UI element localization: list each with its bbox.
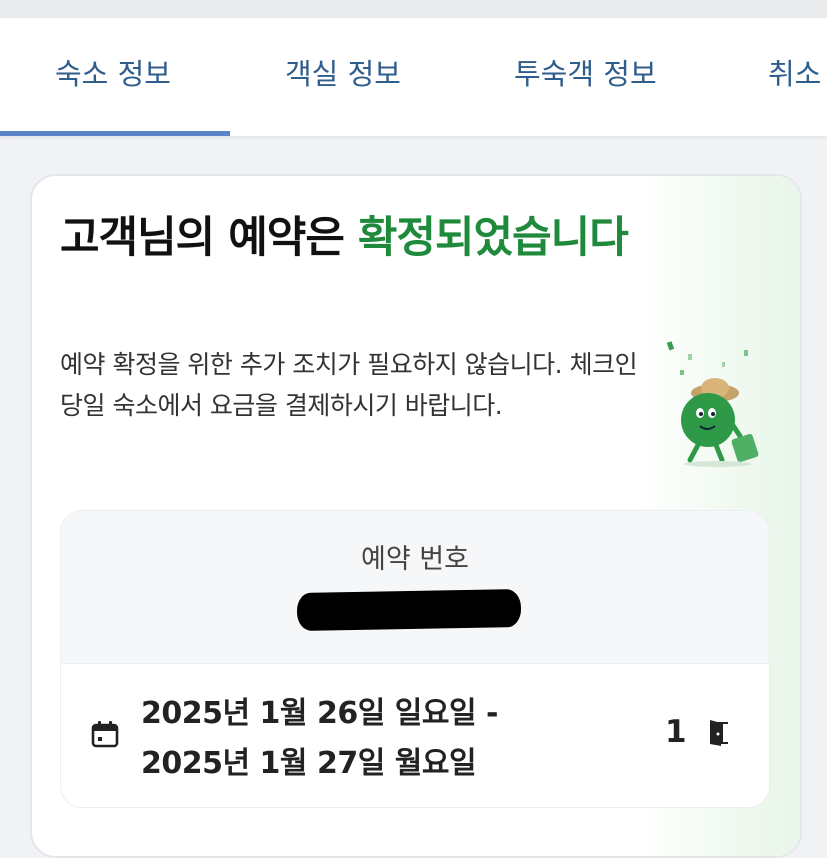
reservation-number-label: 예약 번호 <box>361 544 469 575</box>
title-confirmed-highlight: 확정되었습니다 <box>357 213 629 263</box>
confirmation-card: 고객님의 예약은 확정되었습니다 예약 확정을 위한 추가 조치가 필요하지 않… <box>30 174 802 858</box>
check-out-date: 2025년 1월 27일 월요일 <box>141 746 477 781</box>
tab-guest-info[interactable]: 투숙객 정보 <box>514 18 657 136</box>
tab-bar: 숙소 정보 객실 정보 투숙객 정보 취소 <box>0 18 827 136</box>
tab-room-info[interactable]: 객실 정보 <box>285 18 401 136</box>
mascot-illustration <box>666 341 759 467</box>
stay-dates-section: 2025년 1월 26일 일요일 - 2025년 1월 27일 월요일 1 <box>61 663 769 807</box>
tab-property-info[interactable]: 숙소 정보 <box>55 18 171 136</box>
tab-cancel[interactable]: 취소 <box>768 18 821 136</box>
confirmation-title: 고객님의 예약은 확정되었습니다 <box>60 206 660 270</box>
check-in-date: 2025년 1월 26일 일요일 - <box>141 696 498 731</box>
title-prefix: 고객님의 예약은 <box>60 213 358 263</box>
reservation-details-box: 예약 번호 2025년 1월 26일 일요일 - 2025년 1월 27일 월요… <box>60 510 770 808</box>
active-tab-indicator <box>0 131 230 136</box>
calendar-icon <box>91 721 119 748</box>
room-count: 1 <box>665 714 687 750</box>
reservation-number-redacted <box>296 589 522 631</box>
confirmation-description: 예약 확정을 위한 추가 조치가 필요하지 않습니다. 체크인 당일 숙소에서 … <box>60 350 638 420</box>
door-icon <box>710 720 728 746</box>
top-status-strip <box>0 0 827 18</box>
